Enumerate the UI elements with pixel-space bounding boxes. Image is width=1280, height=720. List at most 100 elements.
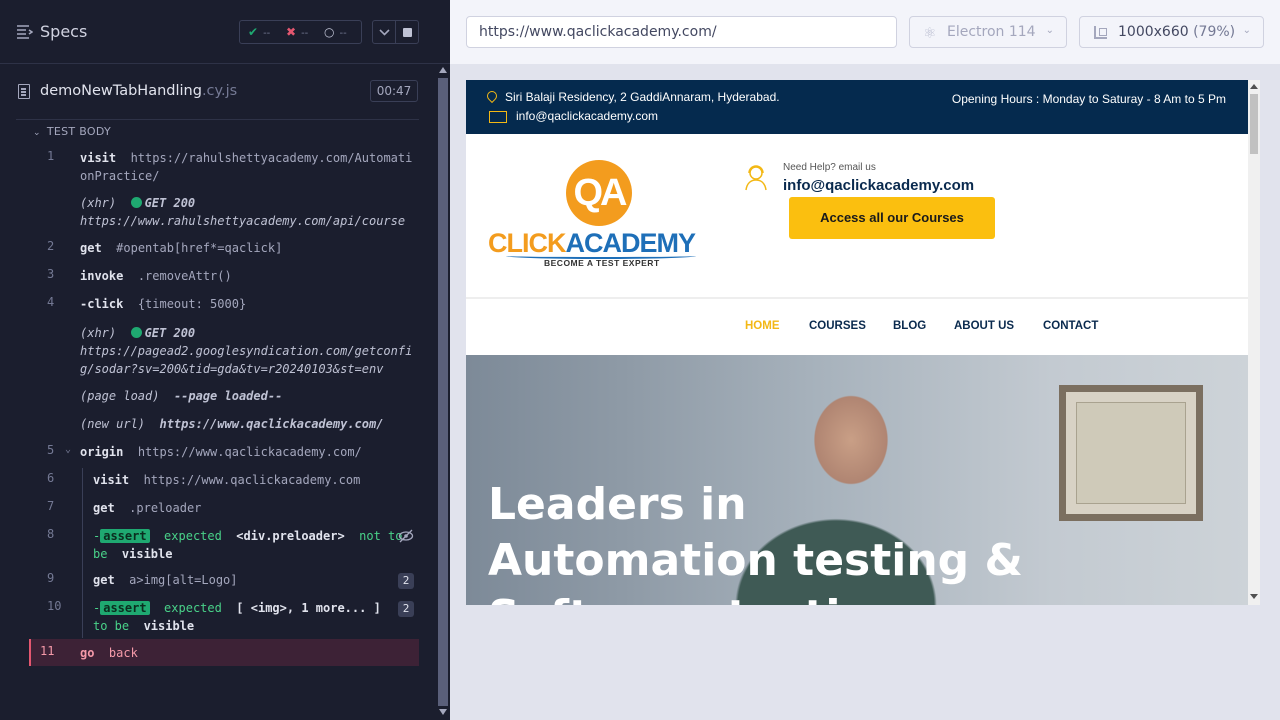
command-message: #opentab[href*=qaclick] [116, 241, 283, 255]
chevron-down-icon: ⌄ [1242, 25, 1251, 36]
site-topbar: Siri Balaji Residency, 2 GaddiAnnaram, H… [466, 80, 1248, 134]
viewport-info[interactable]: 1000x660 (79%) ⌄ [1079, 16, 1264, 48]
viewport-size: 1000x660 [1118, 24, 1189, 40]
logo-badge[interactable]: QA [566, 160, 632, 226]
command-message: .preloader [129, 501, 202, 515]
event-row[interactable]: (page load) --page loaded-- [29, 387, 419, 405]
site-email[interactable]: info@qaclickacademy.com [516, 109, 658, 123]
xhr-row[interactable]: (xhr) GET 200 https://www.rahulshettyacad… [29, 194, 419, 230]
command-message: https://www.qaclickacademy.com/ [137, 445, 362, 459]
hero-banner: Leaders inAutomation testing & Software t… [466, 355, 1248, 605]
xhr-label: (xhr) [80, 196, 117, 210]
aut-scroll-thumb[interactable] [1250, 94, 1258, 154]
chevron-down-icon: ⌄ [65, 444, 72, 455]
command-message: back [108, 646, 138, 660]
command-message: https://rahulshettyacademy.com/Automati [130, 151, 413, 165]
command-message: .removeAttr() [137, 269, 232, 283]
command-row[interactable]: 7 get .preloader [29, 499, 419, 517]
help-email[interactable]: info@qaclickacademy.com [783, 177, 974, 194]
hero-line: Leaders in [488, 479, 747, 530]
test-body-toggle[interactable]: ⌄ TEST BODY [33, 125, 111, 138]
command-name: origin [80, 445, 124, 459]
logo-word-academy: ACADEMY [565, 228, 697, 258]
assert-text: not to [359, 529, 403, 543]
command-name: visit [93, 473, 130, 487]
assert-badge: assert [100, 601, 150, 615]
scroll-down-icon[interactable] [1250, 594, 1258, 599]
hero-line: Software testing [488, 591, 903, 605]
event-row[interactable]: (new url) https://www.qaclickacademy.com… [29, 415, 419, 433]
command-row[interactable]: 2 get #opentab[href*=qaclick] [29, 239, 419, 257]
nav-blog[interactable]: BLOG [893, 320, 926, 332]
command-name: go [80, 646, 95, 660]
nav-about-us[interactable]: ABOUT US [954, 320, 1014, 332]
command-number: 6 [47, 471, 55, 485]
command-name: visit [80, 151, 117, 165]
command-row[interactable]: 1 visit https://rahulshettyacademy.com/A… [29, 149, 419, 185]
command-name: get [80, 241, 102, 255]
circle-icon: ○ [324, 25, 335, 39]
expand-button[interactable] [372, 20, 396, 44]
nav-courses[interactable]: COURSES [809, 320, 866, 332]
command-row[interactable]: 5 ⌄ origin https://www.qaclickacademy.co… [29, 443, 419, 461]
section-label: TEST BODY [46, 125, 112, 138]
command-name: -click [80, 297, 124, 311]
command-message: {timeout: 5000} [137, 297, 247, 311]
xhr-row[interactable]: (xhr) GET 200 https://pagead2.googlesyndi… [29, 324, 419, 378]
assert-element: [ <img>, 1 more... ] [236, 601, 381, 615]
failed-command-row[interactable]: 11 go back [29, 639, 419, 666]
event-label: (new url) [80, 417, 146, 431]
spec-name[interactable]: demoNewTabHandling.cy.js [40, 83, 237, 99]
event-message: https://www.qaclickacademy.com/ [159, 417, 384, 431]
assert-row[interactable]: 10 - assert expected [ <img>, 1 more... ]… [29, 599, 419, 635]
command-row[interactable]: 3 invoke .removeAttr() [29, 267, 419, 285]
hero-heading: Leaders inAutomation testing & Software t… [488, 477, 1088, 605]
url-input[interactable]: https://www.qaclickacademy.com/ [466, 16, 897, 48]
logo-word-click: CLICK [488, 228, 566, 258]
spec-name-label: demoNewTabHandling [40, 83, 202, 99]
check-icon: ✔ [248, 25, 259, 39]
command-row[interactable]: 6 visit https://www.qaclickacademy.com [29, 471, 419, 489]
xhr-url-cont: g/sodar?sv=200&tid=gda&tv=r20240103&st=e… [80, 362, 384, 376]
chevron-down-icon: ⌄ [1045, 25, 1054, 36]
command-number: 7 [47, 499, 55, 513]
scroll-up-icon[interactable] [1250, 84, 1258, 89]
assert-text: be [93, 547, 108, 561]
command-name: invoke [80, 269, 124, 283]
assert-text: visible [121, 547, 173, 561]
assert-text: visible [143, 619, 195, 633]
scroll-down-icon[interactable] [439, 709, 447, 715]
scroll-up-icon[interactable] [439, 67, 447, 73]
envelope-icon [489, 111, 507, 123]
access-courses-button[interactable]: Access all our Courses [789, 197, 995, 239]
status-dot-icon [130, 197, 142, 208]
reporter-panel: Specs ✔ -- ✖ -- ○ -- demoNewTabHandling.cy.… [0, 0, 450, 720]
location-pin-icon [484, 88, 500, 104]
eye-slash-icon[interactable] [398, 529, 414, 543]
logo-wordmark[interactable]: CLICKACADEMY [488, 228, 697, 259]
specs-title[interactable]: Specs [40, 22, 87, 41]
event-message: --page loaded-- [173, 389, 283, 403]
zoom-level: (79%) [1193, 24, 1236, 40]
aut-iframe[interactable]: Siri Balaji Residency, 2 GaddiAnnaram, H… [466, 80, 1248, 605]
specs-list-icon[interactable] [17, 25, 33, 39]
command-row[interactable]: 4 -click {timeout: 5000} [29, 295, 419, 313]
command-number: 5 [47, 443, 55, 457]
passed-count: -- [263, 28, 271, 39]
assert-row[interactable]: 8 - assert expected <div.preloader> not t… [29, 527, 419, 563]
browser-selector[interactable]: ⚛ Electron 114 ⌄ [909, 16, 1067, 48]
command-name: get [93, 501, 115, 515]
assert-badge: assert [100, 529, 150, 543]
site-address: Siri Balaji Residency, 2 GaddiAnnaram, H… [505, 90, 780, 104]
aut-scrollbar[interactable] [1248, 80, 1260, 605]
reporter-scroll-thumb[interactable] [438, 78, 448, 706]
assert-text: to be [93, 619, 130, 633]
support-agent-icon [745, 165, 767, 191]
nav-home[interactable]: HOME [745, 320, 780, 332]
stop-button[interactable] [395, 20, 419, 44]
command-row[interactable]: 9 get a>img[alt=Logo] 2 [29, 571, 419, 589]
spec-ext: .cy.js [201, 83, 238, 99]
nav-contact[interactable]: CONTACT [1043, 320, 1098, 332]
element-count-badge: 2 [398, 601, 414, 617]
xhr-url: https://pagead2.googlesyndication.com/ge… [80, 344, 413, 358]
